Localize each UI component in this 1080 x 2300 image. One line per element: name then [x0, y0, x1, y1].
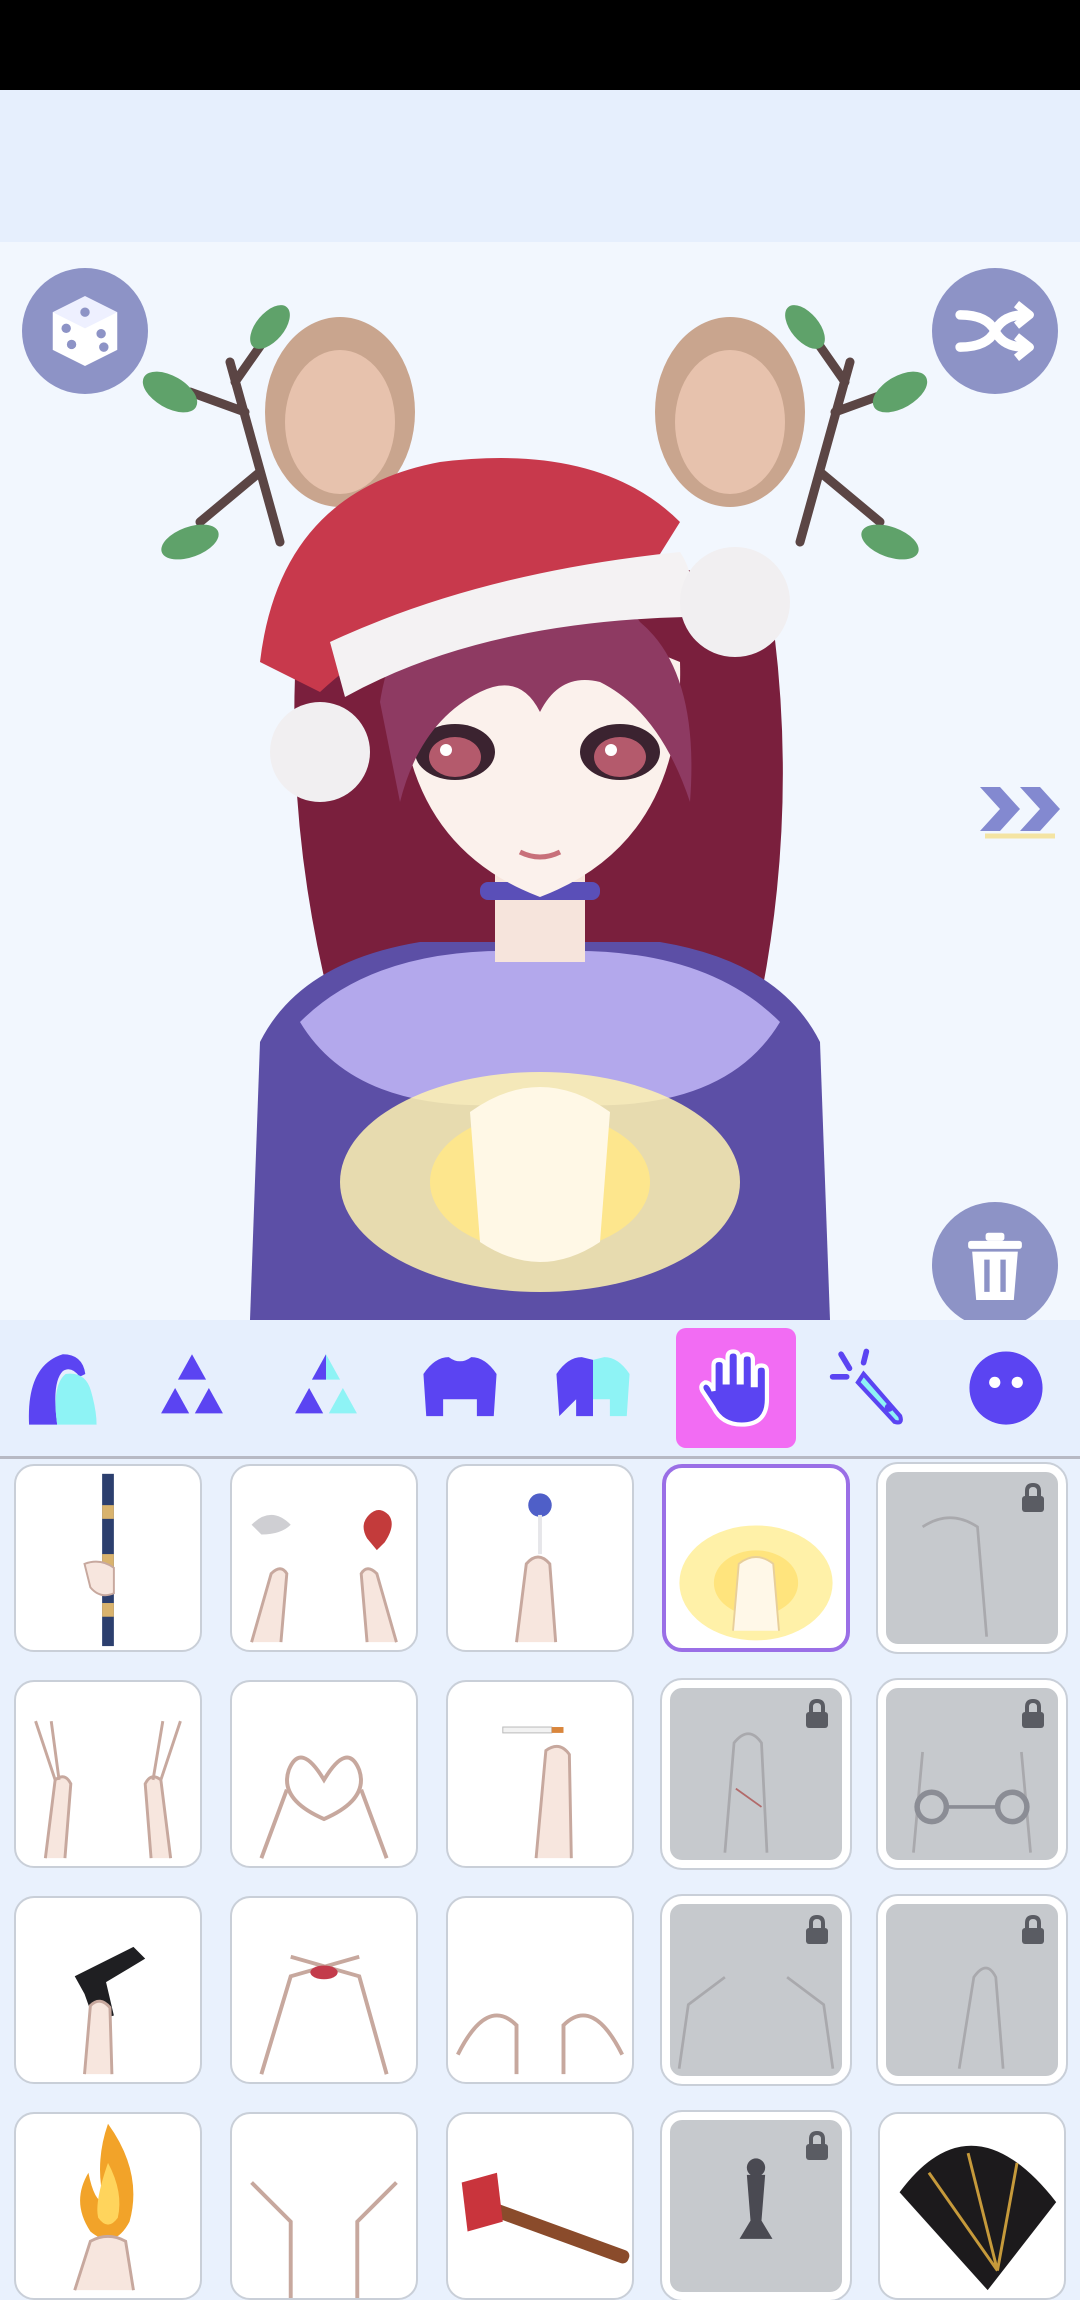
shuffle-button[interactable] — [932, 268, 1058, 394]
tab-eyes[interactable] — [132, 1328, 252, 1448]
item-reaching-hand[interactable] — [876, 1462, 1068, 1654]
tab-face[interactable] — [946, 1328, 1066, 1448]
item-cigarette[interactable] — [446, 1680, 634, 1868]
item-handcuffs[interactable] — [876, 1678, 1068, 1870]
tab-hair-back[interactable] — [0, 1328, 120, 1448]
item-feather-heart[interactable] — [230, 1464, 418, 1652]
magic-wand-icon — [829, 1348, 903, 1425]
glow-hands-icon — [679, 1525, 833, 1641]
dice-icon — [52, 296, 118, 366]
item-raised-hands[interactable] — [230, 2112, 418, 2300]
cigarette-icon — [502, 1726, 573, 1859]
item-staff[interactable] — [14, 1464, 202, 1652]
item-lip-hands[interactable] — [230, 1896, 418, 2084]
status-bar — [0, 0, 1080, 90]
heart-hands-icon — [259, 1755, 389, 1859]
item-string-hand[interactable] — [660, 1678, 852, 1870]
pistol-icon — [74, 1946, 146, 2075]
axe-icon — [461, 2172, 630, 2264]
double-chevron-right-icon[interactable] — [975, 772, 1070, 847]
random-button[interactable] — [22, 268, 148, 394]
item-grid — [0, 1460, 1080, 2300]
shirt-icon — [423, 1357, 497, 1417]
lips-hands-icon — [259, 1954, 389, 2075]
triangle-cluster-icon — [161, 1354, 223, 1414]
item-chess-piece[interactable] — [660, 2110, 852, 2300]
lock-icon — [806, 2130, 828, 2160]
fan-icon — [899, 2145, 1057, 2291]
ad-banner-area — [0, 90, 1080, 242]
peace-sign-icon — [34, 1720, 182, 1859]
tab-top[interactable] — [400, 1328, 520, 1448]
lock-icon — [1022, 1914, 1044, 1944]
item-axe[interactable] — [446, 2112, 634, 2300]
feather-heart-icon — [250, 1510, 398, 1643]
raised-hands-icon — [250, 2181, 398, 2298]
item-pistol[interactable] — [14, 1896, 202, 2084]
tab-hands[interactable] — [676, 1328, 796, 1448]
open-hands-icon — [456, 2013, 624, 2075]
item-fan[interactable] — [878, 2112, 1066, 2300]
character-avatar — [142, 305, 928, 1320]
item-lollipop[interactable] — [446, 1464, 634, 1652]
tab-outfit-color[interactable] — [533, 1328, 653, 1448]
item-peace-signs[interactable] — [14, 1680, 202, 1868]
item-fire[interactable] — [14, 2112, 202, 2300]
lock-icon — [806, 1698, 828, 1728]
triangle-cluster-color-icon — [295, 1354, 357, 1414]
shirt-color-icon — [556, 1357, 630, 1417]
trash-icon — [968, 1232, 1022, 1300]
hand-icon — [699, 1349, 770, 1427]
lock-icon — [1022, 1698, 1044, 1728]
lock-icon — [806, 1914, 828, 1944]
delete-button[interactable] — [932, 1202, 1058, 1320]
face-icon — [969, 1351, 1043, 1425]
item-glowing-hands[interactable] — [662, 1464, 850, 1652]
character-preview — [0, 242, 1080, 1320]
item-pointing-hands[interactable] — [660, 1894, 852, 2086]
tab-magic[interactable] — [812, 1328, 932, 1448]
staff-icon — [83, 1473, 115, 1647]
fire-icon — [73, 2123, 135, 2291]
item-open-hands[interactable] — [446, 1896, 634, 2084]
lollipop-icon — [515, 1493, 558, 1643]
item-heart-hands[interactable] — [230, 1680, 418, 1868]
lock-icon — [1022, 1482, 1044, 1512]
hair-icon — [28, 1354, 97, 1425]
shuffle-icon — [955, 300, 1034, 362]
category-tabs — [0, 1320, 1080, 1459]
item-pinch-hand[interactable] — [876, 1894, 1068, 2086]
tab-eyes-color[interactable] — [266, 1328, 386, 1448]
